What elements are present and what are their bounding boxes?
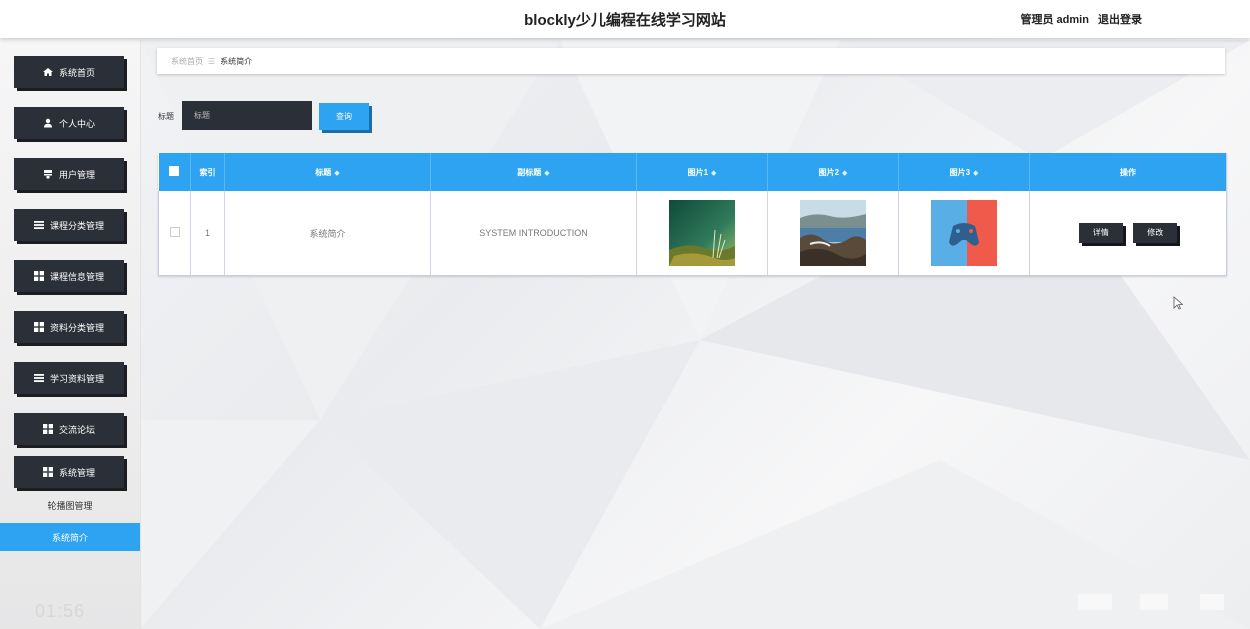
users-icon	[43, 169, 53, 179]
list-icon	[33, 373, 44, 383]
table-row: 1 系统简介 SYSTEM INTRODUCTION 详情 修改	[158, 191, 1227, 276]
logout-link[interactable]: 退出登录	[1098, 14, 1142, 26]
player-control-icon	[1200, 594, 1224, 610]
grid-icon	[42, 424, 53, 434]
sort-icon: ◆	[544, 169, 550, 177]
cell-actions: 详情 修改	[1029, 191, 1227, 276]
checkbox-icon	[169, 227, 180, 237]
gamepad-illustration-image[interactable]	[931, 200, 997, 266]
breadcrumb: 系统首页 ☰ 系统简介	[157, 48, 1225, 74]
search-input[interactable]	[182, 101, 312, 130]
sidebar-item-course-info[interactable]: 课程信息管理	[14, 260, 124, 292]
sidebar-item-home[interactable]: 系统首页	[14, 56, 124, 88]
cell-title: 系统简介	[224, 191, 431, 276]
coastal-rocks-image[interactable]	[800, 200, 866, 266]
sidebar-item-study-material[interactable]: 学习资料管理	[14, 362, 124, 394]
column-header-index: 索引	[190, 153, 225, 191]
player-control-icon	[1140, 594, 1168, 610]
row-checkbox[interactable]	[158, 191, 191, 276]
column-header-image3[interactable]: 图片3 ◆	[898, 153, 1030, 191]
query-button[interactable]: 查询	[319, 103, 369, 130]
sidebar-item-material-category[interactable]: 资料分类管理	[14, 311, 124, 343]
top-header: blockly少儿编程在线学习网站 管理员 admin 退出登录	[0, 0, 1250, 38]
sidebar-item-forum[interactable]: 交流论坛	[14, 413, 124, 445]
sort-icon: ◆	[711, 169, 717, 177]
breadcrumb-home[interactable]: 系统首页	[171, 56, 203, 67]
main-content: 系统首页 ☰ 系统简介 标题 查询 索引 标题◆ 副标题◆ 图片1◆ 图片2◆ …	[140, 40, 1250, 629]
checkbox-icon	[169, 166, 180, 176]
cell-index: 1	[190, 191, 225, 276]
grid-icon	[33, 271, 44, 281]
search-label: 标题	[158, 112, 174, 121]
mouse-cursor-icon	[1173, 296, 1183, 310]
grid-icon	[33, 322, 44, 332]
column-header-title[interactable]: 标题 ◆	[224, 153, 431, 191]
cell-image3	[898, 191, 1030, 276]
cell-image2	[767, 191, 899, 276]
column-header-image1[interactable]: 图片1 ◆	[636, 153, 768, 191]
home-icon	[42, 67, 53, 77]
moss-plant-image[interactable]	[669, 200, 735, 266]
sidebar-item-label: 资料分类管理	[49, 322, 104, 333]
sidebar-item-label: 系统首页	[58, 67, 95, 78]
cell-image1	[636, 191, 768, 276]
user-role: 管理员 admin	[1020, 14, 1089, 26]
list-icon	[33, 220, 44, 230]
sort-icon: ◆	[973, 169, 979, 177]
sidebar-item-label: 交流论坛	[58, 424, 95, 435]
edit-button[interactable]: 修改	[1133, 223, 1178, 243]
cell-subtitle: SYSTEM INTRODUCTION	[430, 191, 637, 276]
submenu-item-system-intro[interactable]: 系统简介	[0, 523, 140, 551]
sort-icon: ◆	[842, 169, 848, 177]
sidebar-item-label: 课程分类管理	[49, 220, 104, 231]
column-header-actions: 操作	[1029, 153, 1227, 191]
sidebar: 系统首页 个人中心 用户管理 课程分类管理 课程信息管理 资料分类管理 学习资料…	[0, 40, 141, 629]
sidebar-item-label: 个人中心	[58, 118, 95, 129]
grid-icon	[42, 467, 53, 477]
select-all-checkbox[interactable]	[158, 153, 191, 191]
video-timer: 01:56	[35, 601, 86, 621]
user-info: 管理员 admin 退出登录	[1014, 11, 1142, 27]
data-table: 索引 标题 ◆ 副标题 ◆ 图片1 ◆ 图片2 ◆ 图片3 ◆ 操作 1 系统简介 SYS…	[158, 153, 1227, 276]
sidebar-item-label: 用户管理	[58, 169, 95, 180]
sort-icon: ◆	[334, 169, 340, 177]
player-control-icon	[1078, 594, 1112, 610]
user-icon	[43, 118, 53, 128]
breadcrumb-current: 系统简介	[220, 56, 253, 66]
sidebar-item-profile[interactable]: 个人中心	[14, 107, 124, 139]
submenu-item-carousel[interactable]: 轮播图管理	[0, 491, 140, 519]
sidebar-item-users[interactable]: 用户管理	[14, 158, 124, 190]
table-header-row: 索引 标题 ◆ 副标题 ◆ 图片1 ◆ 图片2 ◆ 图片3 ◆ 操作	[158, 153, 1227, 191]
sidebar-item-label: 系统管理	[58, 467, 95, 478]
column-header-image2[interactable]: 图片2 ◆	[767, 153, 899, 191]
sidebar-item-label: 学习资料管理	[49, 373, 104, 384]
breadcrumb-separator-icon: ☰	[208, 56, 216, 66]
sidebar-item-system[interactable]: 系统管理	[14, 456, 124, 488]
column-header-subtitle[interactable]: 副标题 ◆	[430, 153, 637, 191]
detail-button[interactable]: 详情	[1078, 223, 1123, 243]
sidebar-item-label: 课程信息管理	[49, 271, 104, 282]
sidebar-item-course-category[interactable]: 课程分类管理	[14, 209, 124, 241]
